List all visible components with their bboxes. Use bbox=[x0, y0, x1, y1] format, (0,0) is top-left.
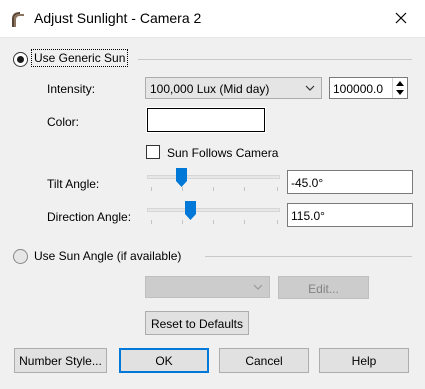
tilt-angle-value: -45.0° bbox=[291, 176, 324, 190]
tilt-slider-track[interactable] bbox=[147, 175, 280, 179]
help-button[interactable]: Help bbox=[319, 348, 409, 373]
sun-angle-radio[interactable] bbox=[13, 249, 28, 264]
edit-button-label: Edit... bbox=[308, 282, 339, 296]
generic-sun-label: Use Generic Sun bbox=[31, 49, 129, 67]
direction-slider-track[interactable] bbox=[147, 208, 280, 212]
close-button[interactable] bbox=[379, 0, 425, 37]
separator bbox=[138, 59, 412, 60]
generic-sun-radio[interactable] bbox=[13, 52, 28, 67]
color-label: Color: bbox=[47, 115, 80, 129]
title-bar: Adjust Sunlight - Camera 2 bbox=[0, 0, 425, 38]
intensity-spinner[interactable]: 100000.0 bbox=[329, 77, 408, 99]
direction-angle-label: Direction Angle: bbox=[47, 210, 132, 224]
intensity-select[interactable]: 100,000 Lux (Mid day) bbox=[145, 77, 322, 99]
intensity-value: 100000.0 bbox=[333, 82, 384, 96]
follows-camera-checkbox[interactable] bbox=[146, 145, 160, 159]
separator bbox=[205, 256, 412, 257]
intensity-select-value: 100,000 Lux (Mid day) bbox=[150, 82, 270, 96]
close-icon bbox=[395, 12, 407, 24]
reset-defaults-button[interactable]: Reset to Defaults bbox=[145, 311, 249, 335]
sun-angle-select[interactable] bbox=[145, 276, 270, 298]
help-label: Help bbox=[351, 354, 377, 368]
direction-angle-value: 115.0° bbox=[291, 209, 325, 223]
direction-angle-input[interactable]: 115.0° bbox=[287, 203, 413, 227]
color-swatch-button[interactable] bbox=[146, 107, 266, 133]
sun-angle-label: Use Sun Angle (if available) bbox=[34, 249, 182, 263]
arch-icon bbox=[12, 12, 24, 27]
ok-label: OK bbox=[155, 354, 173, 368]
tilt-angle-input[interactable]: -45.0° bbox=[287, 170, 413, 194]
cancel-button[interactable]: Cancel bbox=[219, 348, 309, 373]
direction-slider-thumb[interactable] bbox=[185, 201, 196, 220]
number-style-button[interactable]: Number Style... bbox=[14, 348, 107, 373]
number-style-label: Number Style... bbox=[19, 354, 102, 368]
ok-button[interactable]: OK bbox=[119, 348, 209, 373]
follows-camera-label: Sun Follows Camera bbox=[167, 146, 279, 160]
tilt-angle-label: Tilt Angle: bbox=[47, 177, 100, 191]
tilt-slider-thumb[interactable] bbox=[176, 168, 187, 187]
edit-button[interactable]: Edit... bbox=[278, 276, 369, 299]
chevron-down-icon bbox=[305, 85, 315, 91]
cancel-label: Cancel bbox=[245, 354, 283, 368]
intensity-label: Intensity: bbox=[47, 82, 96, 96]
reset-defaults-label: Reset to Defaults bbox=[150, 317, 244, 331]
chevron-down-icon bbox=[253, 284, 263, 290]
spinner-arrows-icon[interactable] bbox=[392, 78, 407, 98]
window-title: Adjust Sunlight - Camera 2 bbox=[34, 10, 202, 26]
